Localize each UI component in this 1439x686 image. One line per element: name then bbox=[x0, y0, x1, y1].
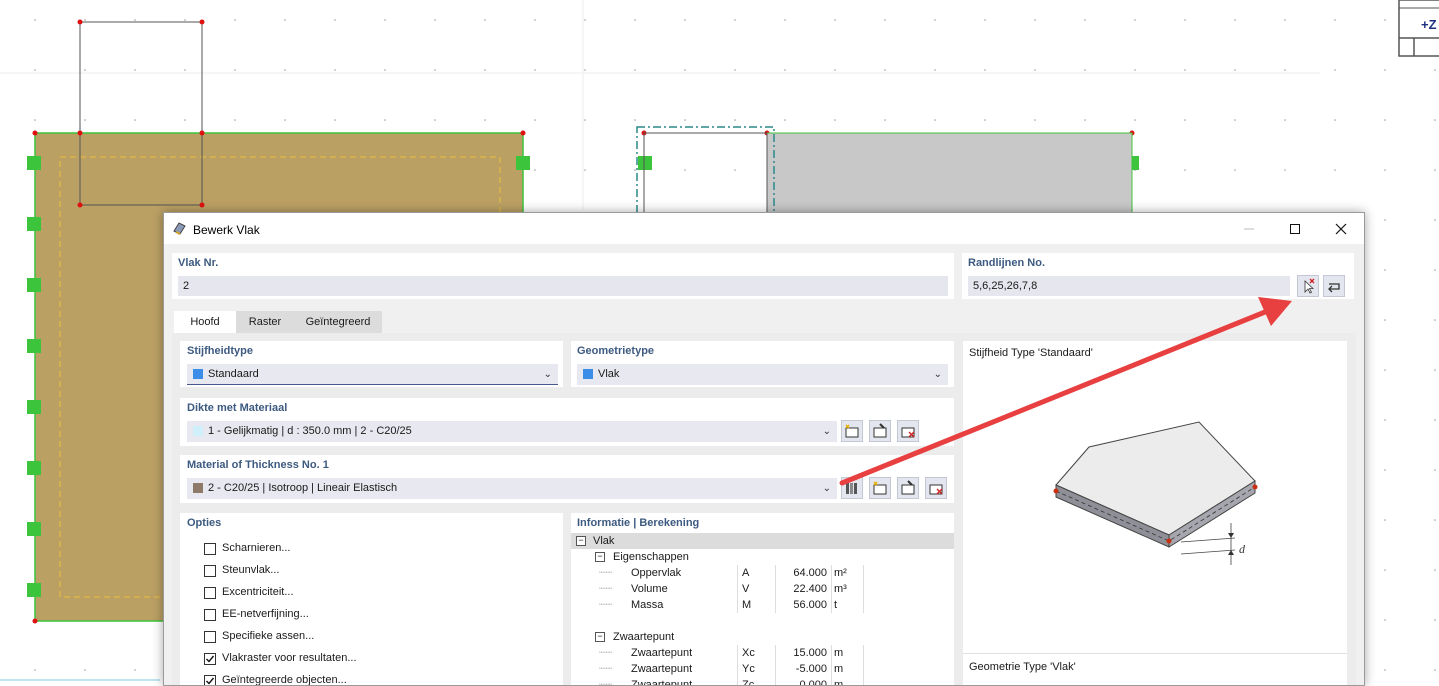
annotation-arrow bbox=[839, 297, 1292, 486]
